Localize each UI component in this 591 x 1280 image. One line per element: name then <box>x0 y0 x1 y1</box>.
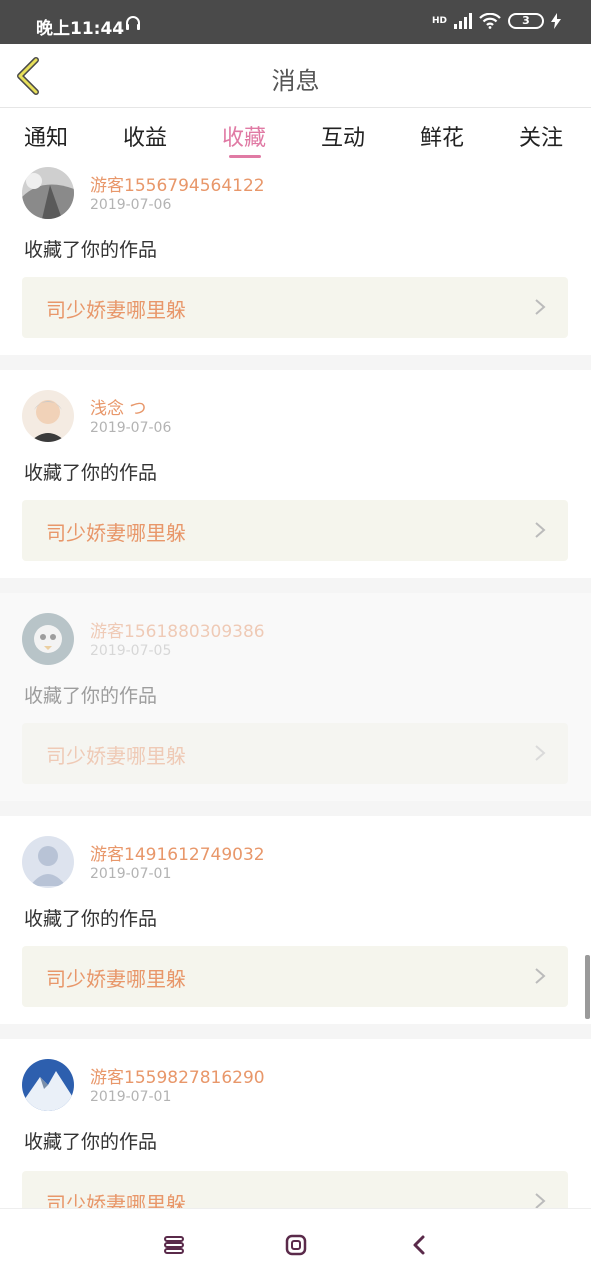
username[interactable]: 游客1561880309386 <box>90 617 265 642</box>
date: 2019-07-01 <box>90 866 172 882</box>
work-link[interactable]: 司少娇妻哪里躲 <box>22 500 568 561</box>
chevron-right-icon <box>535 968 546 984</box>
hd-label: HD <box>431 15 447 26</box>
message-card: 游客1559827816290 2019-07-01 收藏了你的作品 司少娇妻哪… <box>0 1039 591 1208</box>
action-text: 收藏了你的作品 <box>24 1131 158 1153</box>
work-link[interactable]: 司少娇妻哪里躲 <box>22 277 568 338</box>
charging-icon <box>551 13 561 29</box>
avatar[interactable] <box>22 167 74 219</box>
battery-icon: 3 <box>508 13 544 29</box>
action-text: 收藏了你的作品 <box>24 685 158 707</box>
message-card: 游客1491612749032 2019-07-01 收藏了你的作品 司少娇妻哪… <box>0 816 591 1024</box>
page-title: 消息 <box>271 67 320 95</box>
scrollbar[interactable] <box>585 955 590 1019</box>
message-feed[interactable]: 游客1556794564122 2019-07-06 收藏了你的作品 司少娇妻哪… <box>0 162 591 1208</box>
status-icons: HD 3 <box>432 13 561 29</box>
date: 2019-07-05 <box>90 643 172 659</box>
signal-icon <box>454 13 472 29</box>
date: 2019-07-06 <box>90 197 172 213</box>
tab-flowers[interactable]: 鲜花 <box>420 120 464 152</box>
chevron-right-icon <box>535 522 546 538</box>
tab-earnings[interactable]: 收益 <box>123 120 167 152</box>
tab-follows[interactable]: 关注 <box>519 120 563 152</box>
avatar[interactable] <box>22 1059 74 1111</box>
username[interactable]: 游客1559827816290 <box>90 1063 265 1088</box>
date: 2019-07-01 <box>90 1089 172 1105</box>
back-icon[interactable] <box>408 1233 432 1257</box>
avatar[interactable] <box>22 390 74 442</box>
action-text: 收藏了你的作品 <box>24 462 158 484</box>
avatar[interactable] <box>22 836 74 888</box>
message-card: 游客1556794564122 2019-07-06 收藏了你的作品 司少娇妻哪… <box>0 162 591 355</box>
avatar[interactable] <box>22 613 74 665</box>
tab-notifications[interactable]: 通知 <box>24 120 68 152</box>
work-title: 司少娇妻哪里躲 <box>46 744 186 768</box>
work-title: 司少娇妻哪里躲 <box>46 1192 186 1208</box>
header: 消息 <box>0 44 591 108</box>
headset-icon <box>126 16 140 30</box>
tab-bar: 通知 收益 收藏 互动 鲜花 关注 <box>0 108 591 162</box>
username[interactable]: 浅念 つ <box>90 394 146 419</box>
work-title: 司少娇妻哪里躲 <box>46 967 186 991</box>
chevron-right-icon <box>535 299 546 315</box>
action-text: 收藏了你的作品 <box>24 908 158 930</box>
wifi-icon <box>479 13 501 29</box>
work-link[interactable]: 司少娇妻哪里躲 <box>22 946 568 1007</box>
active-tab-indicator <box>229 155 261 158</box>
username[interactable]: 游客1491612749032 <box>90 840 265 865</box>
username[interactable]: 游客1556794564122 <box>90 171 265 196</box>
message-card: 浅念 つ 2019-07-06 收藏了你的作品 司少娇妻哪里躲 <box>0 370 591 578</box>
chevron-right-icon <box>535 745 546 761</box>
date: 2019-07-06 <box>90 420 172 436</box>
chevron-right-icon <box>535 1193 546 1208</box>
tab-favorites[interactable]: 收藏 <box>222 120 266 152</box>
tab-interactions[interactable]: 互动 <box>321 120 365 152</box>
system-nav-bar <box>0 1208 591 1280</box>
status-time: 晚上11:44 <box>36 19 125 39</box>
menu-icon[interactable] <box>162 1233 186 1257</box>
action-text: 收藏了你的作品 <box>24 239 158 261</box>
home-icon[interactable] <box>284 1233 308 1257</box>
work-title: 司少娇妻哪里躲 <box>46 298 186 322</box>
message-card: 游客1561880309386 2019-07-05 收藏了你的作品 司少娇妻哪… <box>0 593 591 801</box>
work-title: 司少娇妻哪里躲 <box>46 521 186 545</box>
status-bar: 晚上11:44 HD 3 <box>0 0 591 44</box>
work-link[interactable]: 司少娇妻哪里躲 <box>22 723 568 784</box>
work-link[interactable]: 司少娇妻哪里躲 <box>22 1171 568 1208</box>
